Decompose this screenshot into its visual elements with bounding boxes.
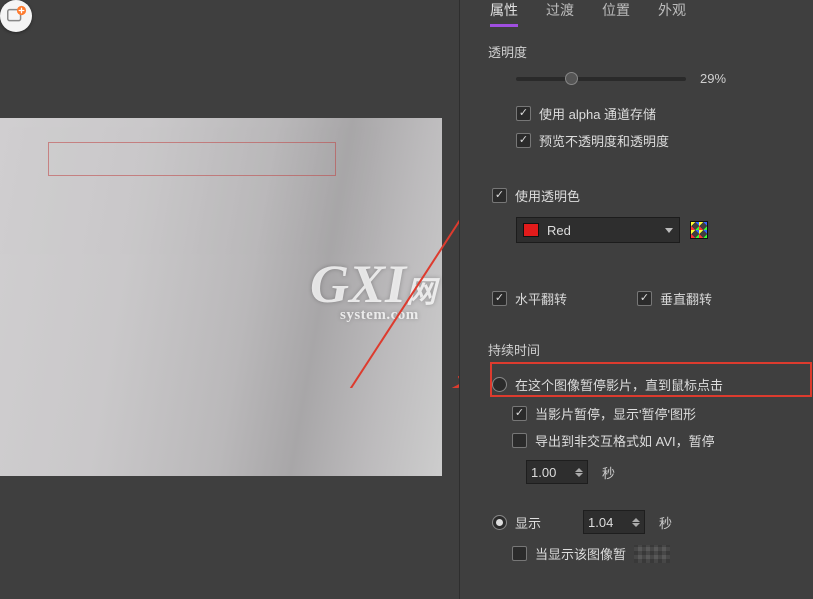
flip-horizontal-label: 水平翻转	[515, 289, 567, 308]
export-duration-spinner[interactable]: 1.00	[526, 460, 588, 484]
flip-horizontal-checkbox[interactable]	[492, 291, 507, 306]
preview-opacity-checkbox[interactable]	[516, 133, 531, 148]
color-swatch	[523, 223, 539, 237]
pause-on-image-radio[interactable]	[492, 377, 507, 392]
transparent-color-select[interactable]: Red	[516, 217, 680, 243]
tab-position[interactable]: 位置	[602, 0, 630, 24]
when-display-checkbox[interactable]	[512, 546, 527, 561]
opacity-slider-thumb[interactable]	[565, 72, 578, 85]
use-transparent-color-checkbox[interactable]	[492, 188, 507, 203]
spinner-down-icon[interactable]	[632, 523, 640, 527]
preview-opacity-label: 预览不透明度和透明度	[539, 131, 669, 150]
export-duration-unit: 秒	[602, 463, 615, 482]
use-alpha-label: 使用 alpha 通道存储	[539, 104, 656, 123]
tab-transition[interactable]: 过渡	[546, 0, 574, 24]
color-name: Red	[547, 223, 657, 238]
opacity-slider[interactable]	[516, 77, 686, 81]
export-pause-checkbox[interactable]	[512, 433, 527, 448]
display-duration-spinner[interactable]: 1.04	[583, 510, 645, 534]
spinner-down-icon[interactable]	[575, 473, 583, 477]
properties-panel: 属性 过渡 位置 外观 透明度 29% 使用 alpha 通道存储 预览不透明度…	[459, 0, 813, 599]
display-duration-value: 1.04	[588, 515, 613, 530]
display-duration-unit: 秒	[659, 513, 672, 532]
flip-section: 水平翻转 垂直翻转	[460, 253, 813, 318]
opacity-value: 29%	[700, 71, 740, 86]
obscured-text	[634, 545, 670, 563]
opacity-section: 透明度 29% 使用 alpha 通道存储 预览不透明度和透明度	[460, 24, 813, 158]
show-pause-graphic-checkbox[interactable]	[512, 406, 527, 421]
display-duration-label: 显示	[515, 513, 541, 532]
add-plus-icon	[5, 5, 27, 27]
spinner-up-icon[interactable]	[632, 518, 640, 522]
color-picker-button[interactable]	[690, 221, 708, 239]
transparent-color-section: 使用透明色 Red	[460, 158, 813, 253]
show-pause-graphic-label: 当影片暂停，显示'暂停'图形	[535, 404, 696, 423]
preview-canvas[interactable]	[0, 118, 442, 476]
add-button[interactable]	[0, 0, 32, 32]
chevron-down-icon	[665, 228, 673, 233]
display-duration-radio[interactable]	[492, 515, 507, 530]
tab-appearance[interactable]: 外观	[658, 0, 686, 24]
flip-vertical-label: 垂直翻转	[660, 289, 712, 308]
duration-section: 持续时间 在这个图像暂停影片，直到鼠标点击 当影片暂停，显示'暂停'图形 导出到…	[460, 318, 813, 571]
duration-title: 持续时间	[488, 340, 785, 359]
spinner-up-icon[interactable]	[575, 468, 583, 472]
export-duration-value: 1.00	[531, 465, 556, 480]
use-transparent-color-label: 使用透明色	[515, 186, 580, 205]
selection-rectangle[interactable]	[48, 142, 336, 176]
tab-attributes[interactable]: 属性	[490, 0, 518, 27]
export-pause-label: 导出到非交互格式如 AVI，暂停	[535, 431, 715, 450]
flip-vertical-checkbox[interactable]	[637, 291, 652, 306]
when-display-label: 当显示该图像暂	[535, 544, 626, 563]
opacity-title: 透明度	[488, 42, 785, 61]
pause-on-image-label: 在这个图像暂停影片，直到鼠标点击	[515, 375, 723, 394]
use-alpha-checkbox[interactable]	[516, 106, 531, 121]
panel-tabs: 属性 过渡 位置 外观	[460, 0, 813, 24]
